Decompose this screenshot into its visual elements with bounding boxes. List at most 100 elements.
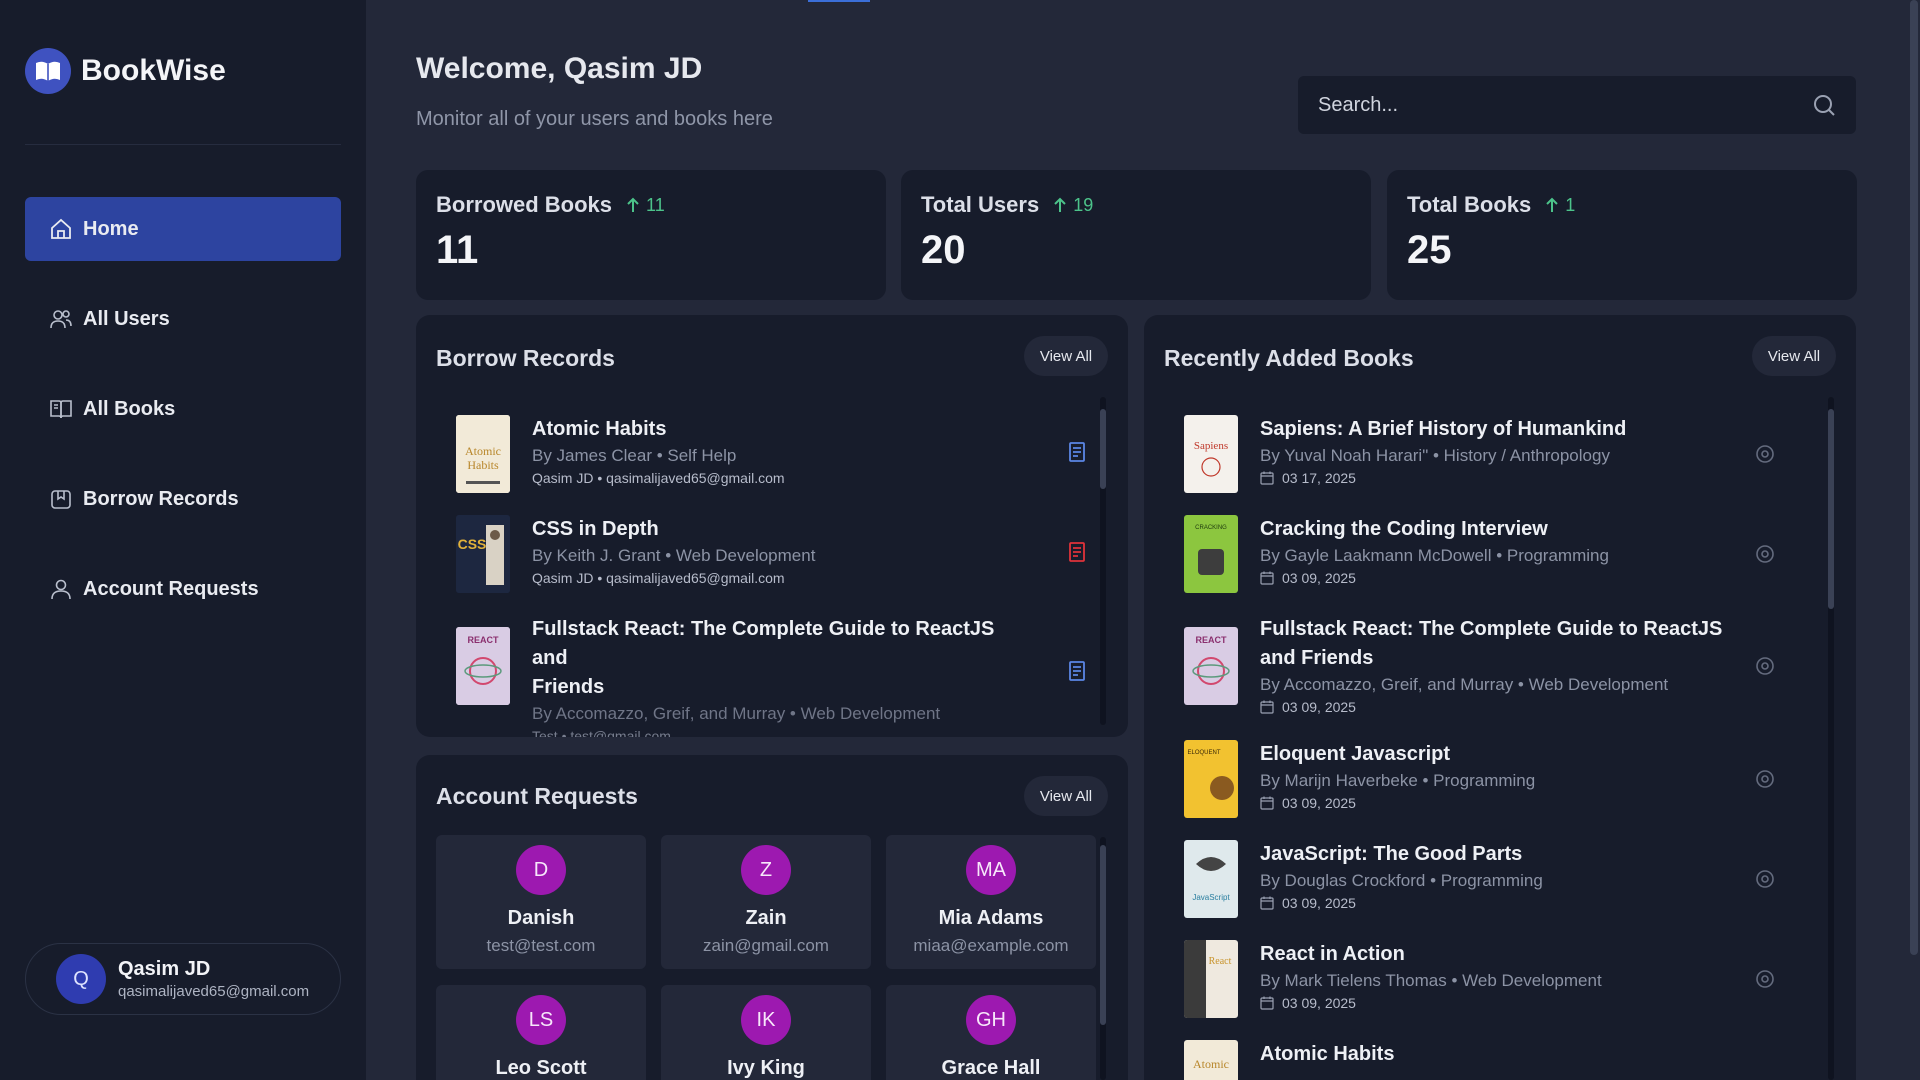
view-all-borrow-records-button[interactable]: View All — [1024, 336, 1108, 376]
stat-value: 25 — [1407, 228, 1452, 272]
request-name: Ivy King — [727, 1057, 805, 1079]
sidebar-item-home[interactable]: Home — [25, 197, 341, 261]
eye-icon[interactable] — [1754, 543, 1776, 565]
stat-change: 1 — [1543, 195, 1575, 216]
svg-text:CRACKING: CRACKING — [1195, 525, 1227, 531]
account-request-card[interactable]: IK Ivy King — [661, 985, 871, 1080]
book-meta: By Marijn Haverbeke • Programming — [1260, 771, 1536, 790]
record-title-line-2: Friends — [532, 676, 605, 698]
calendar-icon — [1260, 571, 1274, 585]
request-name: Grace Hall — [941, 1057, 1041, 1079]
stat-change: 19 — [1051, 195, 1093, 216]
list-item[interactable]: REACT Fullstack React: The Complete Guid… — [456, 615, 1088, 737]
eye-icon[interactable] — [1754, 868, 1776, 890]
stat-card-total-users: Total Users 19 20 — [901, 170, 1371, 300]
bookmark-icon — [51, 490, 71, 509]
book-title: React in Action — [1260, 943, 1405, 965]
eye-icon[interactable] — [1754, 655, 1776, 677]
list-item[interactable]: CSS CSS in Depth By Keith J. Grant • Web… — [456, 515, 1088, 595]
request-email: test@test.com — [486, 936, 596, 955]
scrollbar[interactable] — [1100, 397, 1106, 725]
account-request-card[interactable]: MA Mia Adams miaa@example.com — [886, 835, 1096, 969]
sidebar-item-account-requests[interactable]: Account Requests — [25, 557, 341, 621]
avatar: GH — [966, 995, 1016, 1045]
account-request-card[interactable]: LS Leo Scott — [436, 985, 646, 1080]
calendar-icon — [1260, 700, 1274, 714]
sidebar-item-all-users[interactable]: All Users — [25, 287, 341, 351]
account-request-card[interactable]: GH Grace Hall — [886, 985, 1096, 1080]
receipt-icon[interactable] — [1066, 541, 1088, 563]
scrollbar-thumb[interactable] — [1100, 845, 1106, 1025]
page-title: Welcome, Qasim JD — [416, 52, 703, 85]
page-scrollbar[interactable] — [1910, 0, 1918, 955]
stat-card-borrowed-books: Borrowed Books 11 11 — [416, 170, 886, 300]
book-title-line-1: Fullstack React: The Complete Guide to R… — [1260, 618, 1723, 640]
search-input[interactable] — [1318, 93, 1812, 117]
view-all-account-requests-button[interactable]: View All — [1024, 776, 1108, 816]
stat-title: Total Books — [1407, 192, 1532, 217]
list-item[interactable]: ELOQUENT Eloquent Javascript By Marijn H… — [1184, 740, 1816, 820]
book-logo-icon — [25, 48, 71, 94]
scrollbar[interactable] — [1828, 397, 1834, 1080]
svg-text:Atomic: Atomic — [1193, 1057, 1229, 1071]
stat-card-total-books: Total Books 1 25 — [1387, 170, 1857, 300]
book-cover: CSS — [456, 515, 510, 593]
request-name: Leo Scott — [495, 1057, 587, 1079]
book-meta: By Mark Tielens Thomas • Web Development — [1260, 971, 1602, 990]
sidebar-item-all-books[interactable]: All Books — [25, 377, 341, 441]
user-icon — [51, 579, 71, 600]
sidebar-item-borrow-records[interactable]: Borrow Records — [25, 467, 341, 531]
svg-text:Sapiens: Sapiens — [1194, 440, 1228, 452]
svg-text:Habits: Habits — [467, 458, 499, 472]
svg-text:JavaScript: JavaScript — [1192, 893, 1230, 902]
list-item[interactable]: CRACKING Cracking the Coding Interview B… — [1184, 515, 1816, 595]
scrollbar[interactable] — [1100, 837, 1106, 1080]
eye-icon[interactable] — [1754, 768, 1776, 790]
list-item[interactable]: React React in Action By Mark Tielens Th… — [1184, 940, 1816, 1020]
avatar: Q — [56, 954, 106, 1004]
arrow-up-icon — [627, 197, 639, 212]
current-user-card[interactable]: Q Qasim JD qasimalijaved65@gmail.com — [25, 943, 341, 1015]
receipt-icon[interactable] — [1066, 441, 1088, 463]
sidebar-item-label: Home — [83, 217, 139, 240]
panel-title: Borrow Records — [436, 345, 615, 371]
receipt-icon[interactable] — [1066, 660, 1088, 682]
avatar: D — [516, 845, 566, 895]
account-request-card[interactable]: Z Zain zain@gmail.com — [661, 835, 871, 969]
calendar-icon — [1260, 471, 1274, 485]
logo[interactable]: BookWise — [25, 48, 226, 94]
book-cover: React — [1184, 940, 1238, 1018]
search-icon[interactable] — [1812, 93, 1836, 117]
eye-icon[interactable] — [1754, 443, 1776, 465]
app-name: BookWise — [81, 54, 226, 87]
stat-change: 11 — [624, 195, 665, 216]
book-cover: Atomic — [1184, 1040, 1238, 1080]
sidebar-item-label: All Users — [83, 307, 170, 330]
svg-text:REACT: REACT — [468, 635, 500, 645]
record-title: Atomic Habits — [532, 418, 667, 440]
recent-books-panel: Recently Added Books View All Sapiens Sa… — [1144, 315, 1856, 1080]
list-item[interactable]: Atomic Atomic Habits — [1184, 1040, 1816, 1080]
book-date: 03 09, 2025 — [1260, 568, 1736, 588]
list-item[interactable]: JavaScript JavaScript: The Good Parts By… — [1184, 840, 1816, 920]
avatar: IK — [741, 995, 791, 1045]
account-request-card[interactable]: D Danish test@test.com — [436, 835, 646, 969]
scrollbar-thumb[interactable] — [1828, 409, 1834, 609]
list-item[interactable]: Atomic Habits Atomic Habits By James Clea… — [456, 415, 1088, 495]
book-meta: By Douglas Crockford • Programming — [1260, 871, 1543, 890]
book-title-line-2: and Friends — [1260, 647, 1374, 669]
book-cover: ELOQUENT — [1184, 740, 1238, 818]
current-user-name: Qasim JD — [118, 958, 211, 980]
account-requests-panel: Account Requests View All D Danish test@… — [416, 755, 1128, 1080]
list-item[interactable]: REACT Fullstack React: The Complete Guid… — [1184, 615, 1816, 725]
users-icon — [50, 310, 72, 329]
scrollbar-thumb[interactable] — [1100, 409, 1106, 489]
book-title: JavaScript: The Good Parts — [1260, 843, 1523, 865]
eye-icon[interactable] — [1754, 968, 1776, 990]
book-cover: JavaScript — [1184, 840, 1238, 918]
record-title: CSS in Depth — [532, 518, 659, 540]
view-all-books-button[interactable]: View All — [1752, 336, 1836, 376]
list-item[interactable]: Sapiens Sapiens: A Brief History of Huma… — [1184, 415, 1816, 495]
stat-change-value: 19 — [1073, 194, 1094, 215]
request-name: Danish — [507, 907, 575, 929]
